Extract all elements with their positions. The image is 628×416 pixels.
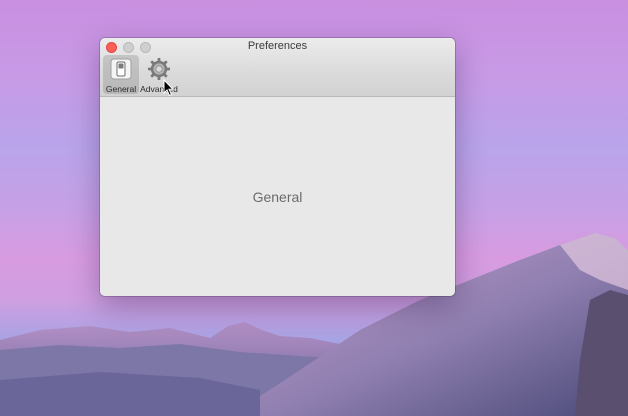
switch-icon (109, 57, 133, 81)
toolbar-item-label: General (105, 84, 137, 94)
title-bar[interactable]: Preferences General Advanced (100, 38, 455, 97)
preferences-content-pane: General (100, 97, 455, 296)
toolbar-item-general[interactable]: General (103, 55, 139, 94)
mouse-cursor-icon (163, 79, 175, 97)
window-title: Preferences (247, 40, 308, 52)
pane-title: General (252, 188, 303, 205)
preferences-window: Preferences General Advanced General (100, 38, 455, 296)
gear-icon (147, 57, 171, 81)
